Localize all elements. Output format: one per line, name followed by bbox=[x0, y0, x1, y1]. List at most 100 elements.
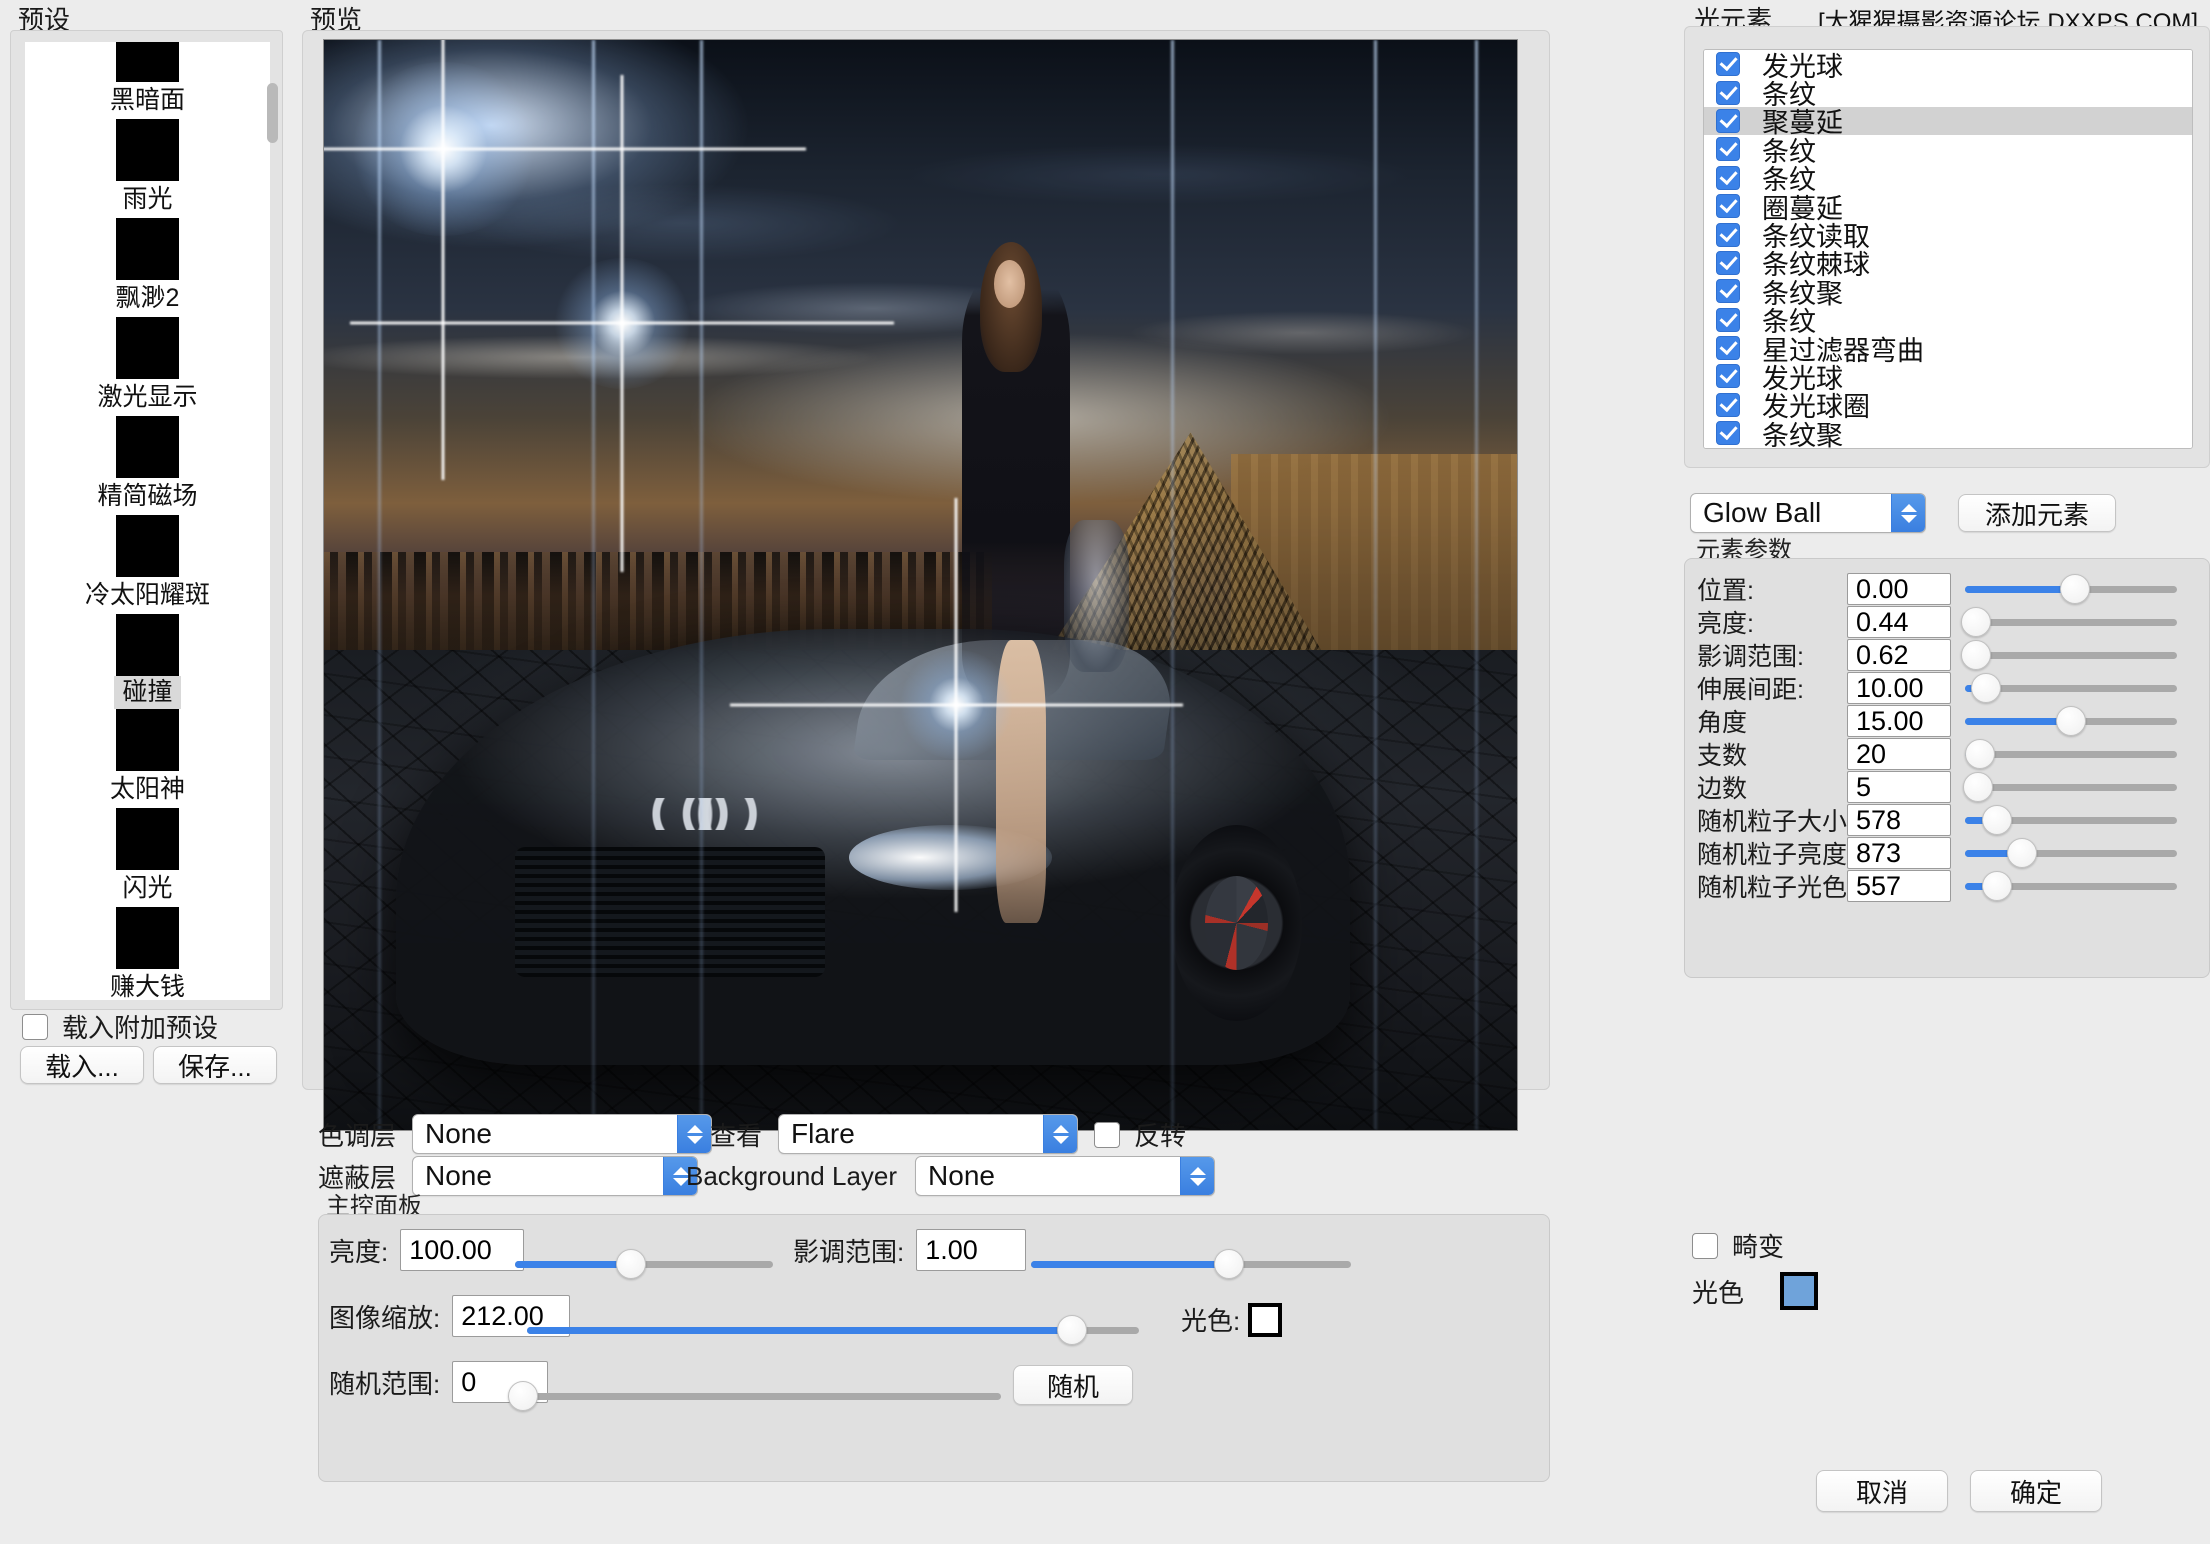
param-field[interactable]: 578 bbox=[1847, 804, 1951, 836]
list-item[interactable]: 赚大钱 bbox=[25, 969, 270, 1000]
list-item[interactable]: 太阳神 bbox=[25, 771, 270, 870]
load-extra-presets-checkbox[interactable] bbox=[22, 1013, 48, 1040]
chevron-updown-icon[interactable] bbox=[1891, 494, 1925, 532]
presets-scroll-area[interactable]: 黑暗面雨光飘渺2激光显示精简磁场冷太阳耀斑碰撞太阳神闪光赚大钱量子5 bbox=[25, 42, 270, 1000]
list-item[interactable] bbox=[25, 42, 270, 82]
param-field[interactable]: 15.00 bbox=[1847, 705, 1951, 737]
view-select[interactable]: Flare bbox=[778, 1114, 1079, 1154]
load-extra-presets-row[interactable]: 载入附加预设 bbox=[22, 1008, 218, 1045]
param-field[interactable]: 20 bbox=[1847, 738, 1951, 770]
random-range-slider[interactable] bbox=[508, 1381, 1001, 1411]
param-slider[interactable] bbox=[1964, 739, 2177, 769]
param-slider[interactable] bbox=[1962, 772, 2177, 802]
random-button[interactable]: 随机 bbox=[1013, 1365, 1133, 1405]
image-scale-slider[interactable] bbox=[527, 1315, 1139, 1345]
main-light-color-row: 光色: bbox=[1181, 1301, 1283, 1338]
element-enabled-checkbox[interactable] bbox=[1716, 165, 1740, 190]
load-preset-button[interactable]: 载入... bbox=[20, 1046, 144, 1084]
preset-label[interactable]: 太阳神 bbox=[110, 771, 185, 808]
element-enabled-checkbox[interactable] bbox=[1716, 222, 1740, 247]
cancel-button[interactable]: 取消 bbox=[1816, 1470, 1948, 1512]
element-enabled-checkbox[interactable] bbox=[1716, 279, 1740, 304]
param-field[interactable]: 873 bbox=[1847, 837, 1951, 869]
preset-thumbnail[interactable] bbox=[116, 218, 179, 280]
param-field[interactable]: 5 bbox=[1847, 771, 1951, 803]
preview-image[interactable] bbox=[323, 39, 1518, 1131]
chevron-updown-icon[interactable] bbox=[1180, 1157, 1215, 1195]
tone-range-slider[interactable] bbox=[1031, 1249, 1351, 1279]
brightness-field[interactable]: 100.00 bbox=[400, 1229, 525, 1271]
element-enabled-checkbox[interactable] bbox=[1716, 421, 1740, 446]
tone-range-field[interactable]: 1.00 bbox=[916, 1229, 1027, 1271]
mask-layer-select[interactable]: None bbox=[412, 1156, 699, 1196]
param-field[interactable]: 557 bbox=[1847, 870, 1951, 902]
preset-label[interactable]: 冷太阳耀斑 bbox=[85, 577, 210, 614]
element-enabled-checkbox[interactable] bbox=[1716, 250, 1740, 275]
preset-label[interactable]: 黑暗面 bbox=[110, 82, 185, 119]
list-item[interactable]: 黑暗面 bbox=[25, 82, 270, 181]
param-field[interactable]: 0.44 bbox=[1847, 606, 1951, 638]
element-enabled-checkbox[interactable] bbox=[1716, 336, 1740, 361]
element-enabled-checkbox[interactable] bbox=[1716, 364, 1740, 389]
preset-label[interactable]: 碰撞 bbox=[114, 676, 181, 709]
main-light-color-swatch[interactable] bbox=[1248, 1302, 1283, 1337]
preset-thumbnail[interactable] bbox=[116, 416, 179, 478]
preset-label[interactable]: 赚大钱 bbox=[110, 969, 185, 1000]
list-item[interactable]: 闪光 bbox=[25, 870, 270, 969]
param-slider[interactable] bbox=[1965, 673, 2177, 703]
list-item[interactable]: 碰撞 bbox=[25, 676, 270, 771]
preset-thumbnail[interactable] bbox=[116, 808, 179, 870]
param-field[interactable]: 0.62 bbox=[1847, 639, 1951, 671]
preset-thumbnail[interactable] bbox=[116, 515, 179, 577]
preset-thumbnail[interactable] bbox=[116, 317, 179, 379]
list-item[interactable]: 条纹环 bbox=[1704, 447, 2192, 448]
color-layer-select[interactable]: None bbox=[412, 1114, 713, 1154]
background-layer-select[interactable]: None bbox=[915, 1156, 1216, 1196]
preset-thumbnail[interactable] bbox=[116, 709, 179, 771]
param-slider[interactable] bbox=[1965, 871, 2177, 901]
param-slider[interactable] bbox=[1965, 706, 2177, 736]
element-enabled-checkbox[interactable] bbox=[1716, 52, 1740, 77]
presets-scrollbar[interactable] bbox=[267, 83, 278, 143]
element-enabled-checkbox[interactable] bbox=[1716, 307, 1740, 332]
list-item[interactable]: 精简磁场 bbox=[25, 478, 270, 577]
param-field[interactable]: 10.00 bbox=[1847, 672, 1951, 704]
save-preset-button[interactable]: 保存... bbox=[153, 1046, 277, 1084]
preset-label[interactable]: 飘渺2 bbox=[116, 280, 180, 317]
param-slider[interactable] bbox=[1960, 640, 2177, 670]
add-element-button[interactable]: 添加元素 bbox=[1958, 494, 2116, 532]
param-slider[interactable] bbox=[1960, 607, 2177, 637]
param-slider[interactable] bbox=[1965, 838, 2177, 868]
ok-button[interactable]: 确定 bbox=[1970, 1470, 2102, 1512]
light-elements-list[interactable]: 发光球 条纹 聚蔓延 条纹 条纹 圈蔓延 条纹读取 条纹棘球 条纹聚 条纹 星过滤器弯曲 发光球 发光球… bbox=[1703, 49, 2193, 449]
preset-label[interactable]: 雨光 bbox=[122, 181, 172, 218]
preset-thumbnail[interactable] bbox=[116, 907, 179, 969]
param-slider[interactable] bbox=[1965, 574, 2177, 604]
element-enabled-checkbox[interactable] bbox=[1716, 194, 1740, 219]
invert-checkbox[interactable] bbox=[1094, 1121, 1120, 1148]
preset-label[interactable]: 闪光 bbox=[122, 870, 172, 907]
element-enabled-checkbox[interactable] bbox=[1716, 392, 1740, 417]
element-enabled-checkbox[interactable] bbox=[1716, 80, 1740, 105]
list-item[interactable]: 雨光 bbox=[25, 181, 270, 280]
preset-thumbnail[interactable] bbox=[116, 42, 179, 82]
preset-label[interactable]: 激光显示 bbox=[97, 379, 197, 416]
element-enabled-checkbox[interactable] bbox=[1716, 137, 1740, 162]
preset-label[interactable]: 精简磁场 bbox=[97, 478, 197, 515]
invert-row[interactable]: 反转 bbox=[1094, 1116, 1186, 1153]
param-field[interactable]: 0.00 bbox=[1847, 573, 1951, 605]
brightness-slider[interactable] bbox=[515, 1249, 773, 1279]
preset-thumbnail[interactable] bbox=[116, 119, 179, 181]
element-enabled-checkbox[interactable] bbox=[1716, 108, 1740, 133]
element-type-select[interactable]: Glow Ball bbox=[1690, 493, 1926, 533]
preset-thumbnail[interactable] bbox=[116, 614, 179, 676]
distort-checkbox[interactable] bbox=[1692, 1232, 1718, 1259]
list-item[interactable]: 飘渺2 bbox=[25, 280, 270, 379]
chevron-updown-icon[interactable] bbox=[677, 1115, 712, 1153]
list-item[interactable]: 激光显示 bbox=[25, 379, 270, 478]
list-item[interactable]: 冷太阳耀斑 bbox=[25, 577, 270, 676]
element-light-color-swatch[interactable] bbox=[1780, 1272, 1819, 1310]
param-slider[interactable] bbox=[1965, 805, 2177, 835]
chevron-updown-icon[interactable] bbox=[1043, 1115, 1078, 1153]
distort-row[interactable]: 畸变 bbox=[1692, 1227, 1784, 1264]
